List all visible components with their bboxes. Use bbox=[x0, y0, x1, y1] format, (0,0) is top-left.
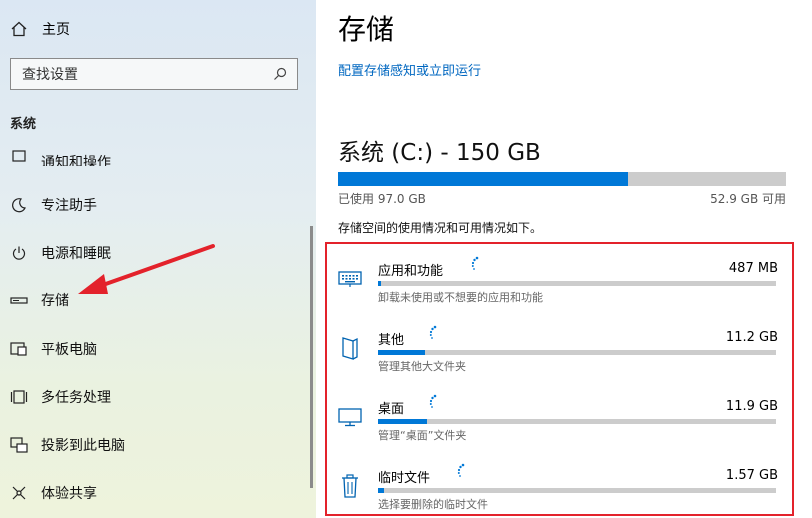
category-name: 桌面 bbox=[378, 402, 405, 417]
storage-page: 存储 配置存储感知或立即运行 系统 (C:) - 150 GB 已使用 97.0… bbox=[316, 0, 812, 518]
category-name: 应用和功能 bbox=[378, 264, 444, 279]
configure-storage-sense-link[interactable]: 配置存储感知或立即运行 bbox=[338, 60, 481, 79]
keyboard-icon bbox=[338, 266, 362, 292]
annotation-arrow bbox=[78, 244, 215, 294]
category-size: 11.2 GB bbox=[725, 330, 778, 345]
category-temporary-files[interactable]: 临时文件 1.57 GB 选择要删除的临时文件 bbox=[338, 463, 778, 518]
category-usage-bar bbox=[378, 419, 776, 424]
drive-title: 系统 (C:) - 150 GB bbox=[338, 140, 541, 166]
category-size: 11.9 GB bbox=[725, 399, 778, 414]
category-usage-fill bbox=[378, 350, 425, 355]
category-usage-bar bbox=[378, 281, 776, 286]
category-usage-fill bbox=[378, 281, 382, 286]
folder-icon bbox=[338, 335, 362, 361]
page-title: 存储 bbox=[338, 13, 395, 46]
drive-available-label: 52.9 GB 可用 bbox=[710, 192, 786, 206]
loading-spinner-icon bbox=[471, 256, 479, 270]
category-usage-bar bbox=[378, 350, 776, 355]
desktop-icon bbox=[338, 404, 362, 430]
category-usage-bar bbox=[378, 488, 776, 493]
trash-icon bbox=[338, 473, 362, 499]
category-description: 选择要删除的临时文件 bbox=[378, 498, 488, 511]
category-other[interactable]: 其他 11.2 GB 管理其他大文件夹 bbox=[338, 325, 778, 387]
category-name: 临时文件 bbox=[378, 471, 431, 486]
loading-spinner-icon bbox=[429, 394, 437, 408]
category-description: 卸载未使用或不想要的应用和功能 bbox=[378, 291, 543, 304]
storage-description: 存储空间的使用情况和可用情况如下。 bbox=[338, 221, 543, 235]
category-description: 管理其他大文件夹 bbox=[378, 360, 466, 373]
category-name: 其他 bbox=[378, 333, 405, 348]
loading-spinner-icon bbox=[457, 463, 465, 477]
category-description: 管理“桌面”文件夹 bbox=[378, 429, 467, 442]
category-desktop[interactable]: 桌面 11.9 GB 管理“桌面”文件夹 bbox=[338, 394, 778, 456]
category-usage-fill bbox=[378, 488, 385, 493]
drive-used-label: 已使用 97.0 GB bbox=[338, 192, 426, 206]
settings-sidebar: 主页 查找设置 系统 通知和操作 专注助手 电源和睡眠 存储 平板电脑 多任务处… bbox=[0, 0, 316, 518]
drive-usage-bar bbox=[338, 172, 786, 186]
loading-spinner-icon bbox=[429, 325, 437, 339]
drive-usage-fill bbox=[338, 172, 628, 186]
category-size: 487 MB bbox=[728, 261, 778, 276]
category-usage-fill bbox=[378, 419, 428, 424]
category-size: 1.57 GB bbox=[725, 468, 778, 483]
category-apps-features[interactable]: 应用和功能 487 MB 卸载未使用或不想要的应用和功能 bbox=[338, 256, 778, 318]
